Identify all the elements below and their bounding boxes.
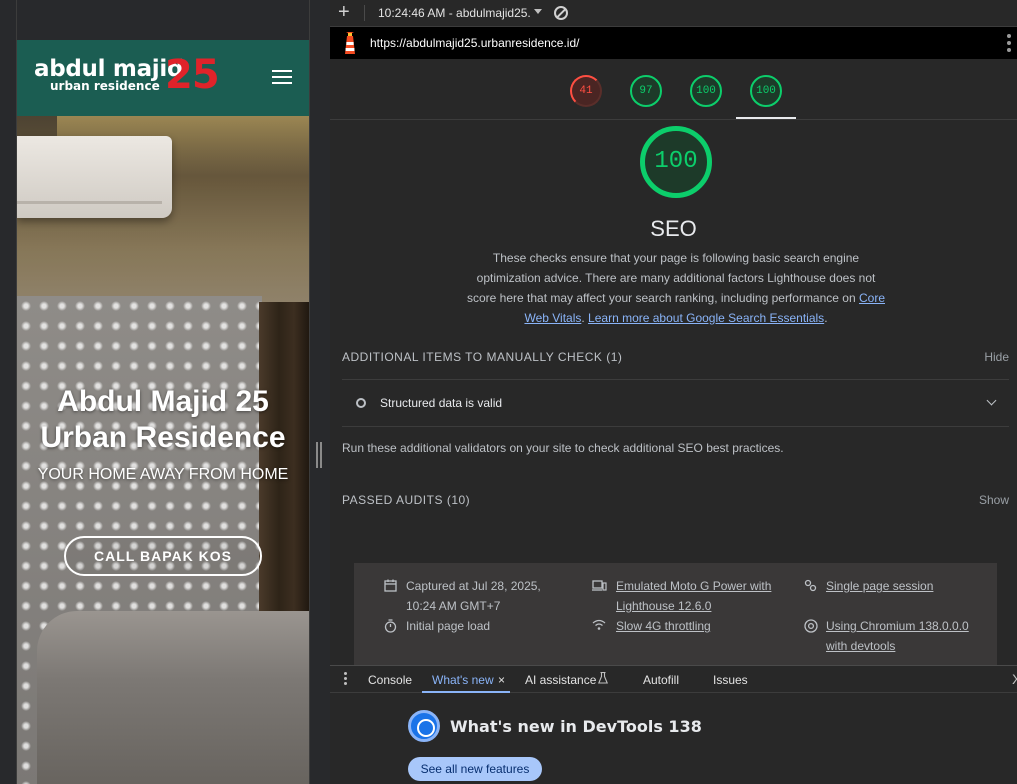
tab-autofill[interactable]: Autofill: [643, 673, 679, 687]
hero-title: Abdul Majid 25 Urban Residence: [17, 384, 309, 456]
hero-title-line2: Urban Residence: [40, 421, 286, 454]
logo-subtitle: urban residence: [50, 79, 160, 93]
description-end: .: [824, 311, 828, 325]
menu-icon[interactable]: [272, 68, 294, 86]
network-throttling[interactable]: Slow 4G throttling: [616, 616, 711, 636]
seo-title: SEO: [650, 216, 697, 241]
chromium-version[interactable]: Using Chromium 138.0.0.0 with devtools: [826, 616, 969, 656]
clear-icon[interactable]: [554, 6, 568, 20]
show-toggle[interactable]: Show: [979, 493, 1009, 507]
audit-label: Structured data is valid: [380, 396, 503, 410]
passed-audits-heading[interactable]: PASSED AUDITS (10): [342, 493, 470, 507]
seo-description-text: These checks ensure that your page is fo…: [466, 251, 876, 305]
hero-title-line1: Abdul Majid 25: [57, 385, 269, 418]
passed-audits-count: (10): [446, 493, 471, 507]
logo-number: 25: [165, 52, 220, 98]
close-icon[interactable]: ×: [498, 673, 505, 687]
more-options-icon[interactable]: [1007, 34, 1011, 52]
emulated-device[interactable]: Emulated Moto G Power with Lighthouse 12…: [616, 576, 771, 616]
flask-icon: [597, 671, 609, 687]
initial-page-load: Initial page load: [406, 619, 491, 633]
emulated-device-line2: Lighthouse 12.6.0: [616, 599, 712, 613]
score-performance[interactable]: 41: [570, 75, 602, 107]
devtools-panel: + 10:24:46 AM - abdulmajid25. https://ab…: [330, 0, 1017, 784]
call-button[interactable]: CALL BAPAK KOS: [64, 536, 262, 576]
score-seo[interactable]: 100: [750, 75, 782, 107]
calendar-icon: [384, 579, 397, 595]
score-best-practices[interactable]: 100: [690, 75, 722, 107]
chromium-icon: [804, 619, 818, 636]
toolbar-divider: [364, 5, 365, 21]
screen: abdul majid 25 urban residence Abdul Maj…: [0, 0, 1017, 784]
drawer-tab-bar: Console What's new × AI assistance Autof…: [330, 665, 1017, 693]
report-selector[interactable]: 10:24:46 AM - abdulmajid25.: [378, 6, 531, 20]
mobile-viewport: abdul majid 25 urban residence Abdul Maj…: [17, 40, 309, 784]
pane-resize-handle[interactable]: [316, 442, 322, 468]
score-accessibility[interactable]: 97: [630, 75, 662, 107]
seo-score-gauge: 100: [640, 126, 712, 198]
captured-at: Captured at Jul 28, 2025, 10:24 AM GMT+7: [406, 576, 541, 616]
tab-issues[interactable]: Issues: [713, 673, 748, 687]
category-scores: 41 97 100 100: [330, 59, 1017, 120]
device-pane: abdul majid 25 urban residence Abdul Maj…: [0, 0, 330, 784]
tab-whats-new[interactable]: What's new: [432, 673, 494, 687]
passed-audits-title: PASSED AUDITS: [342, 493, 443, 507]
manual-check-count: (1): [606, 350, 623, 364]
wifi-icon: [592, 619, 606, 634]
chevron-down-icon[interactable]: [534, 9, 542, 14]
chrome-logo-icon: [408, 710, 440, 742]
captured-date: Captured at Jul 28, 2025,: [406, 579, 541, 593]
hide-toggle[interactable]: Hide: [984, 350, 1009, 364]
chromium-version-line1: Using Chromium 138.0.0.0: [826, 619, 969, 633]
emulated-device-line1: Emulated Moto G Power with: [616, 579, 772, 593]
run-metadata: Captured at Jul 28, 2025, 10:24 AM GMT+7…: [354, 563, 997, 665]
validators-note: Run these additional validators on your …: [342, 441, 784, 455]
devices-icon: [592, 579, 607, 595]
site-logo[interactable]: abdul majid 25 urban residence: [34, 52, 224, 100]
seo-description: These checks ensure that your page is fo…: [466, 248, 886, 328]
close-drawer-icon[interactable]: X: [1012, 671, 1017, 687]
chevron-down-icon[interactable]: [986, 395, 997, 406]
whats-new-panel: What's new in DevTools 138 See all new f…: [330, 693, 1017, 784]
whats-new-title: What's new in DevTools 138: [450, 717, 702, 736]
manual-check-heading[interactable]: ADDITIONAL ITEMS TO MANUALLY CHECK (1): [342, 350, 622, 364]
plus-icon[interactable]: +: [338, 2, 350, 22]
bed-image: [37, 611, 309, 784]
air-conditioner-image: [17, 136, 172, 218]
tab-ai-assistance[interactable]: AI assistance: [525, 673, 596, 687]
active-score-indicator: [736, 117, 796, 119]
tab-console[interactable]: Console: [368, 673, 412, 687]
chromium-version-line2: with devtools: [826, 639, 896, 653]
site-header: abdul majid 25 urban residence: [17, 40, 309, 116]
device-right-edge: [309, 0, 310, 784]
see-all-features-button[interactable]: See all new features: [408, 757, 542, 781]
report-url-bar: https://abdulmajid25.urbanresidence.id/: [330, 27, 1017, 59]
captured-time: 10:24 AM GMT+7: [406, 599, 501, 613]
report-url: https://abdulmajid25.urbanresidence.id/: [370, 36, 580, 50]
single-page-session[interactable]: Single page session: [826, 576, 933, 596]
search-essentials-link[interactable]: Learn more about Google Search Essential…: [588, 311, 824, 325]
session-icon: [804, 579, 817, 595]
audit-status-icon: [356, 398, 366, 408]
hero-section: Abdul Majid 25 Urban Residence YOUR HOME…: [17, 116, 309, 784]
drawer-menu-icon[interactable]: [344, 672, 347, 686]
structured-data-audit[interactable]: Structured data is valid: [342, 380, 1009, 426]
hero-tagline: YOUR HOME AWAY FROM HOME: [37, 466, 289, 483]
timer-icon: [384, 619, 397, 636]
divider: [342, 426, 1009, 427]
manual-check-title: ADDITIONAL ITEMS TO MANUALLY CHECK: [342, 350, 603, 364]
lighthouse-toolbar: + 10:24:46 AM - abdulmajid25.: [330, 0, 1017, 27]
lighthouse-icon: [345, 32, 355, 54]
